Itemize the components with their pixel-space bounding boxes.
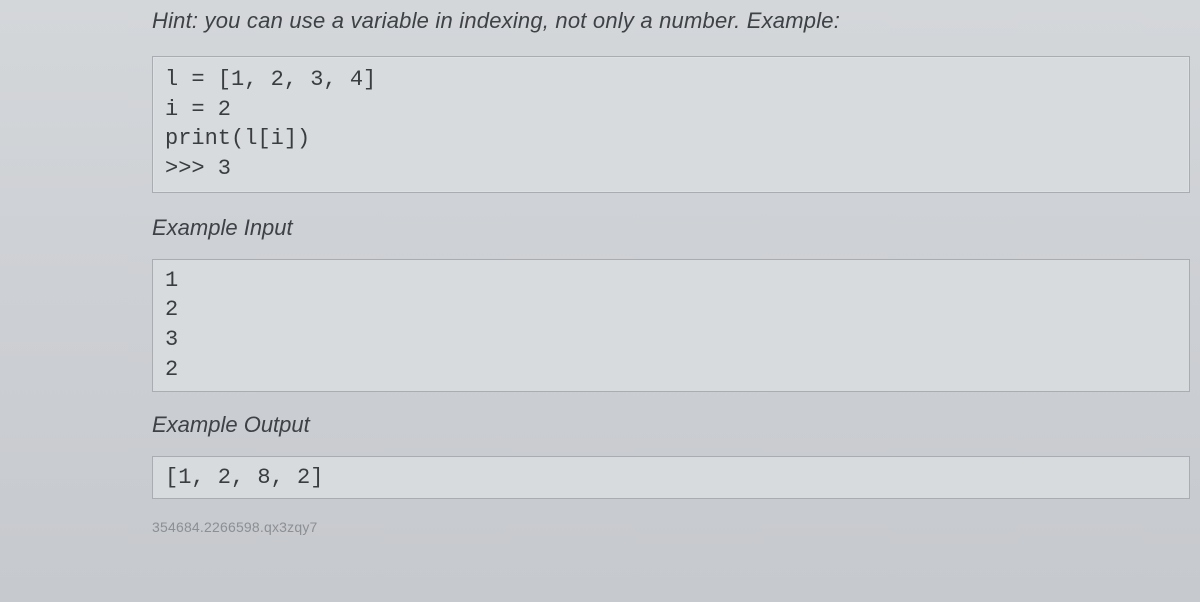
hint-text: Hint: you can use a variable in indexing…: [152, 8, 1190, 34]
document-page: Hint: you can use a variable in indexing…: [0, 0, 1200, 602]
code-example-block: l = [1, 2, 3, 4] i = 2 print(l[i]) >>> 3: [152, 56, 1190, 193]
example-input-block: 1 2 3 2: [152, 259, 1190, 392]
content-column: Hint: you can use a variable in indexing…: [0, 8, 1200, 535]
example-input-heading: Example Input: [152, 215, 1190, 241]
example-output-block: [1, 2, 8, 2]: [152, 456, 1190, 500]
example-output-heading: Example Output: [152, 412, 1190, 438]
document-id: 354684.2266598.qx3zqy7: [152, 519, 1190, 535]
